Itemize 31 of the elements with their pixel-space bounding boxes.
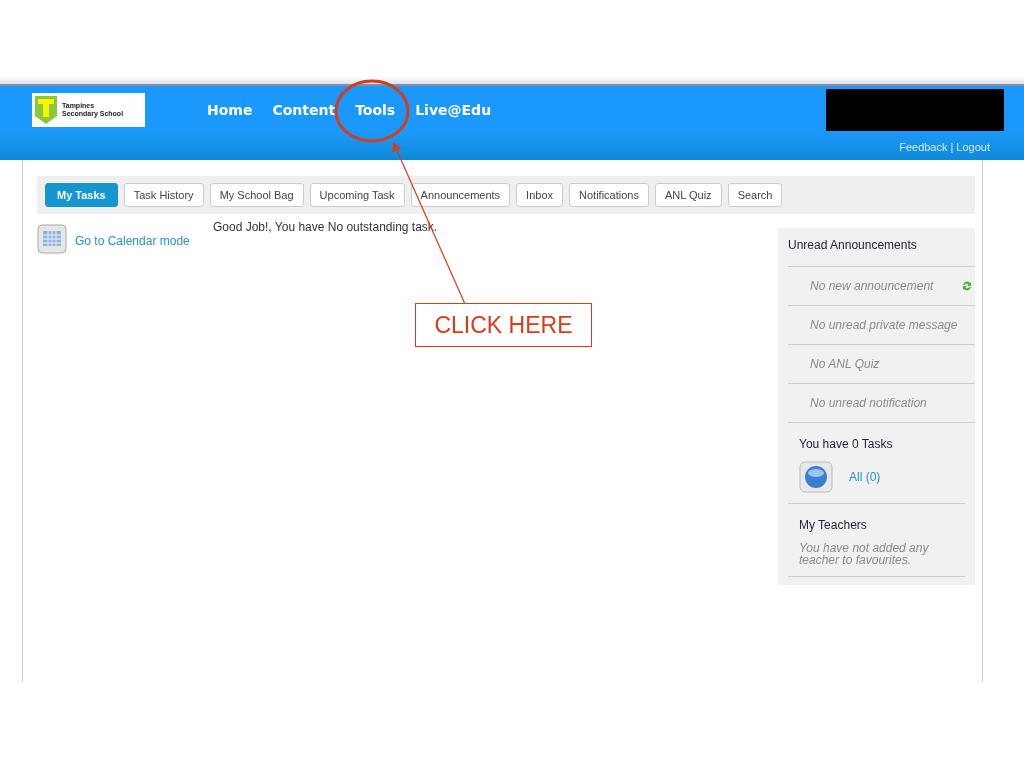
callout-label: CLICK HERE [415,303,592,347]
calendar-mode-link[interactable]: Go to Calendar mode [75,232,190,250]
header-link[interactable]: Logout [956,138,990,156]
globe-icon[interactable] [799,461,833,493]
teachers-note: You have not added any teacher to favourites. [799,542,930,566]
tab[interactable]: My School Bag [209,183,304,207]
tab[interactable]: Notifications [569,183,649,207]
section-title: My Teachers [799,517,868,534]
tab[interactable]: Inbox [516,183,564,207]
tab[interactable]: Search [727,183,783,207]
tab[interactable]: Announcements [410,183,511,207]
separator: | [950,139,954,155]
calendar-icon[interactable] [37,224,67,254]
tab[interactable]: Upcoming Task [309,183,405,207]
nav-link[interactable]: Content [272,99,336,121]
section-title: You have 0 Tasks [799,436,894,453]
tab[interactable]: My Tasks [45,183,118,207]
tab[interactable]: ANL Quiz [654,183,722,207]
sidebar-title: Unread Announcements [788,237,918,254]
header-link[interactable]: Feedback [899,138,948,156]
tab[interactable]: Task History [123,183,204,207]
nav-link[interactable]: Tools [355,99,396,121]
announcement-text: No ANL Quiz [810,356,880,373]
nav-link[interactable]: Live@Edu [415,99,492,121]
announcement-text: No new announcement [810,278,934,295]
tasks-link[interactable]: All (0) [849,468,881,486]
announcement-text: No unread notification [810,395,927,412]
crest-icon [34,95,58,125]
announcement-text: No unread private message [810,317,958,334]
refresh-icon[interactable] [961,280,973,292]
nav-link[interactable]: Home [207,99,253,121]
